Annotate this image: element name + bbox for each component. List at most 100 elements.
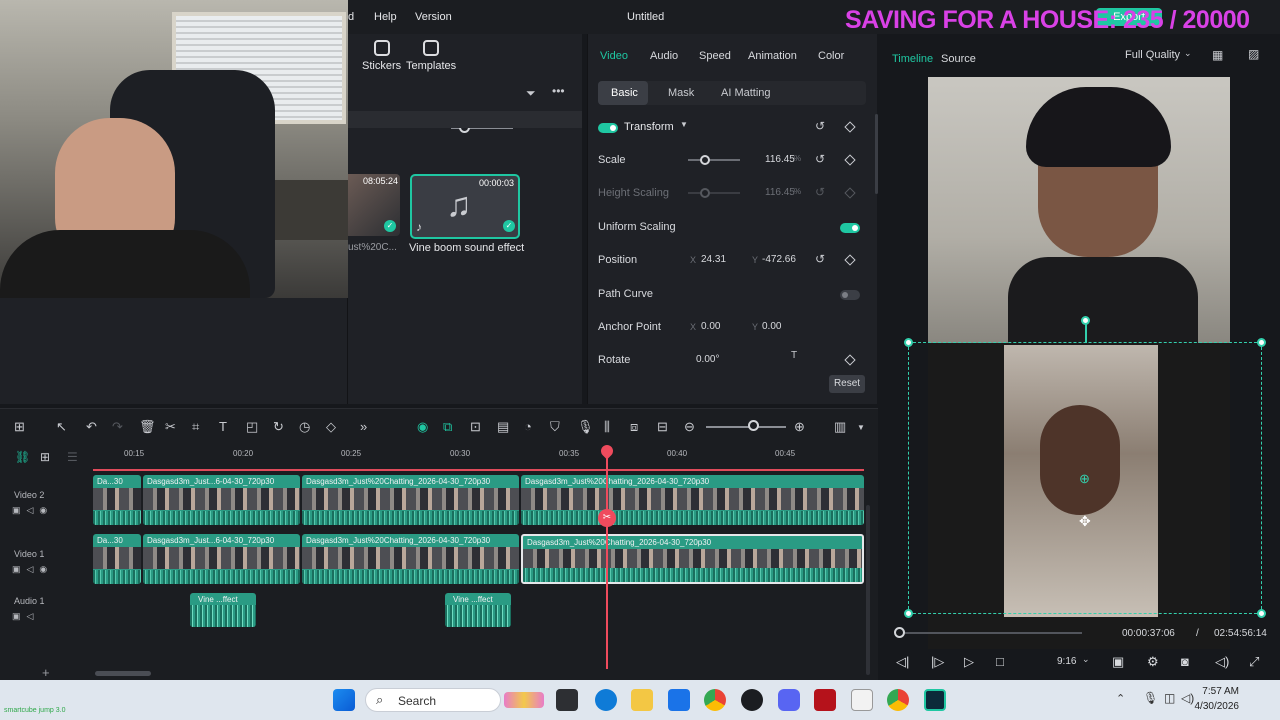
windows-start-icon[interactable] [333,689,355,711]
video-clip[interactable]: Dasgasd3m_Just%20Chatting_2026-04-30_720… [521,475,864,525]
settings-icon[interactable]: ⚙ [1147,654,1159,670]
chrome-profile-icon[interactable] [887,689,909,711]
more-tools-icon[interactable]: » [360,419,367,434]
track-list-icon[interactable]: ☰ [67,450,78,464]
select-tool-icon[interactable]: ↖ [56,419,67,435]
resize-handle[interactable] [1257,609,1266,618]
render-icon[interactable]: ▣ [1112,654,1124,670]
fullscreen-icon[interactable]: ⤢ [1249,654,1259,670]
mic-icon[interactable]: 🎙 [577,419,594,435]
path-curve-toggle[interactable] [840,290,860,300]
microphone-icon[interactable]: 🎙 [1143,691,1158,705]
stickers-button[interactable]: Stickers [362,40,401,72]
chevron-down-icon[interactable]: ⌄ [1082,654,1090,665]
crop-icon[interactable]: ⌗ [192,419,199,435]
fit-icon[interactable]: ⊟ [657,419,668,435]
preview-scrubber[interactable] [898,632,1082,634]
menu-item-truncated[interactable]: d [348,11,354,23]
volume-icon[interactable]: ◁) [1215,654,1229,670]
play-icon[interactable]: ▷ [964,654,974,670]
rotate-tool-icon[interactable]: ↻ [273,419,284,435]
slider-knob[interactable] [700,155,710,165]
snap-icon[interactable]: ⧉ [443,419,452,435]
discord-icon[interactable] [778,689,800,711]
zoom-slider[interactable] [706,426,786,428]
zoom-out-icon[interactable]: ⊖ [684,419,695,435]
keyframe-icon[interactable] [844,254,856,266]
chevron-up-icon[interactable]: ⌃ [1116,692,1125,705]
scale-slider[interactable] [688,155,740,165]
chevron-down-icon[interactable]: ▼ [680,120,688,129]
track-controls[interactable]: ▣◁◉ [12,564,53,575]
store-icon[interactable] [668,689,690,711]
resize-handle[interactable] [904,609,913,618]
chevron-down-icon[interactable]: ⌄ [1184,48,1192,59]
reset-icon[interactable]: ↺ [815,252,825,266]
tab-audio[interactable]: Audio [650,50,678,62]
notepad-icon[interactable] [851,689,873,711]
chevron-down-icon[interactable]: ▼ [857,423,865,432]
add-track-icon[interactable]: + [42,665,50,680]
prev-frame-icon[interactable]: ◁| [896,654,909,670]
tab-timeline[interactable]: Timeline [892,53,933,65]
uniform-scaling-toggle[interactable] [840,223,860,233]
taskbar-search[interactable]: ⌕ Search [365,688,501,712]
shield-icon[interactable]: ⛉ [550,419,560,435]
video-clip[interactable]: Da...30 [93,475,141,525]
tab-color[interactable]: Color [818,50,844,62]
timeline-scrollbar[interactable] [95,671,151,676]
video-clip[interactable]: Dasgasd3m_Just%20Chatting_2026-04-30_720… [302,534,519,584]
terminal-icon[interactable] [556,689,578,711]
menu-help[interactable]: Help [374,11,397,23]
stop-icon[interactable]: □ [996,654,1004,669]
subtab-ai-matting[interactable]: AI Matting [721,87,771,99]
track-controls[interactable]: ▣◁◉ [12,505,53,516]
timeline-vscroll[interactable] [866,505,870,675]
tab-animation[interactable]: Animation [748,50,797,62]
scissors-icon[interactable]: ✂ [598,509,616,527]
transform-toggle[interactable] [598,123,618,133]
anchor-y-value[interactable]: 0.00 [762,321,781,332]
keyframe-icon[interactable] [844,121,856,133]
widgets-icon[interactable] [504,692,544,708]
tab-video[interactable]: Video [600,50,628,62]
position-x-value[interactable]: 24.31 [701,254,726,265]
reset-button[interactable]: Reset [829,375,865,393]
track-manager-icon[interactable]: ⊞ [40,450,50,464]
keyframe-icon[interactable] [844,354,856,366]
marker-icon[interactable]: ⊡ [470,419,481,435]
ai-tool-icon[interactable]: ◰ [246,419,258,435]
clip-icon[interactable]: ▤ [497,419,509,435]
reset-icon[interactable]: ↺ [815,119,825,133]
video-clip[interactable]: Da...30 [93,534,141,584]
tab-source[interactable]: Source [941,53,976,65]
video-clip[interactable]: Dasgasd3m_Just...6-04-30_720p30 [143,475,300,525]
grid-icon[interactable]: ▦ [1212,48,1223,62]
audio-clip[interactable]: Vine ...ffect [445,593,511,627]
text-icon[interactable]: T [219,419,227,434]
resize-handle[interactable] [1257,338,1266,347]
anchor-x-value[interactable]: 0.00 [701,321,720,332]
edge-icon[interactable] [595,689,617,711]
clock-time[interactable]: 7:57 AM [1199,686,1239,697]
playhead[interactable] [606,447,608,669]
delete-icon[interactable]: 🗑 [139,419,156,435]
video-clip[interactable]: Dasgasd3m_Just%20Chatting_2026-04-30_720… [302,475,519,525]
link-icon[interactable]: ⛓ [15,450,30,464]
keyframe-icon[interactable] [844,154,856,166]
quality-dropdown[interactable]: Full Quality [1125,49,1180,61]
zoom-knob[interactable] [748,420,759,431]
anchor-crosshair-icon[interactable]: ⊕ [1079,471,1090,487]
split-icon[interactable]: ✂ [165,419,176,435]
zoom-in-icon[interactable]: ⊕ [794,419,805,435]
menu-version[interactable]: Version [415,11,452,23]
scrubber-knob[interactable] [894,627,905,638]
obs-icon[interactable] [741,689,763,711]
rotate-value[interactable]: 0.00° [696,354,719,365]
file-explorer-icon[interactable] [631,689,653,711]
redo-icon[interactable]: ↷ [112,419,123,435]
replace-icon[interactable]: ⧈ [630,419,638,435]
clock-date[interactable]: 4/30/2026 [1190,701,1240,712]
tab-speed[interactable]: Speed [699,50,731,62]
keyframe-tool-icon[interactable]: ◇ [326,419,336,435]
